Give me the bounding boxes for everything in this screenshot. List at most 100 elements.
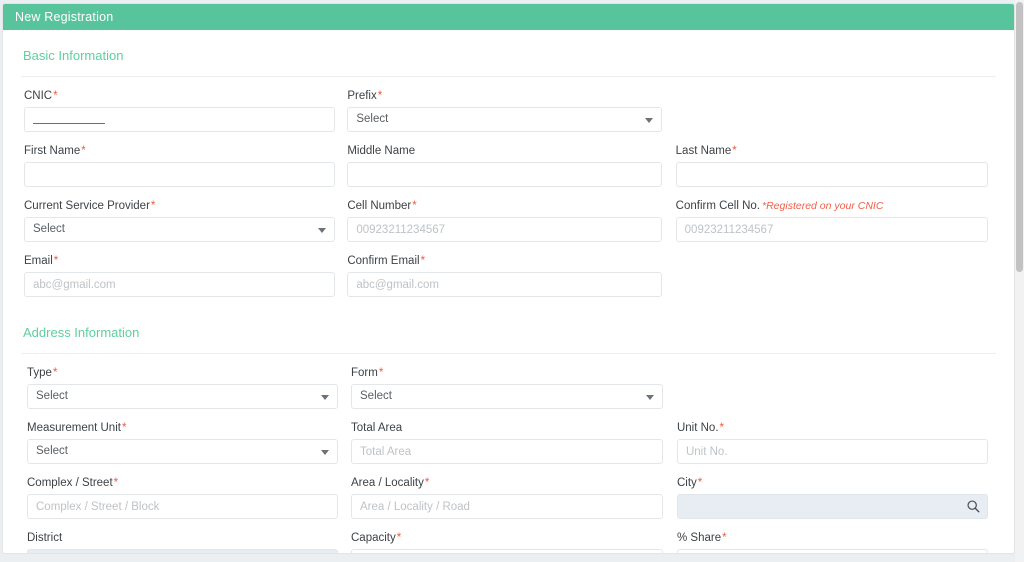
required-marker: * xyxy=(719,422,724,434)
field-complex-street: Complex / Street* xyxy=(19,477,348,519)
area-locality-input[interactable] xyxy=(351,494,663,519)
field-percent-share: % Share* xyxy=(673,532,998,554)
field-label-text: Type xyxy=(27,367,52,379)
field-label: Capacity* xyxy=(351,532,663,544)
control-wrap: Select xyxy=(24,217,335,242)
field-label-text: District xyxy=(27,532,62,544)
current-service-provider-select[interactable]: Select xyxy=(24,217,335,242)
field-label: Email* xyxy=(24,255,335,267)
field-label: Prefix* xyxy=(347,90,661,102)
field-label-text: Complex / Street xyxy=(27,477,113,489)
field-label-text: Form xyxy=(351,367,378,379)
field-measurement-unit: Measurement Unit* Select xyxy=(19,422,348,464)
field-label-text: Confirm Cell No. xyxy=(676,200,760,212)
field-label: Total Area xyxy=(351,422,663,434)
capacity-select[interactable]: Select xyxy=(351,549,663,554)
required-marker: * xyxy=(697,477,702,489)
field-cell-number: Cell Number* xyxy=(345,200,671,242)
page-title: New Registration xyxy=(15,10,113,24)
field-district: District xyxy=(19,532,348,554)
form-select[interactable]: Select xyxy=(351,384,663,409)
control-wrap xyxy=(677,494,988,519)
field-label-text: Email xyxy=(24,255,53,267)
field-label: Measurement Unit* xyxy=(27,422,338,434)
type-select[interactable]: Select xyxy=(27,384,338,409)
confirm-email-input[interactable] xyxy=(347,272,661,297)
middle-name-input[interactable] xyxy=(347,162,661,187)
form-row: CNIC* Prefix* Select xyxy=(19,77,998,132)
required-marker: * xyxy=(52,90,57,102)
form-row: Email* Confirm Email * xyxy=(19,242,998,297)
field-label-text: Current Service Provider xyxy=(24,200,150,212)
field-form: Form* Select xyxy=(348,367,673,409)
registration-card: New Registration Basic Information CNIC*… xyxy=(2,3,1015,554)
required-marker: * xyxy=(424,477,429,489)
field-label: Form* xyxy=(351,367,663,379)
form-row: First Name* Middle Name Last Name* xyxy=(19,132,998,187)
city-input[interactable] xyxy=(677,494,988,519)
control-wrap xyxy=(351,494,663,519)
field-label: Confirm Cell No.*Registered on your CNIC xyxy=(676,200,988,212)
email-input[interactable] xyxy=(24,272,335,297)
control-wrap xyxy=(676,162,988,187)
form-row: District Capacity* Select % Share* xyxy=(19,519,998,554)
field-label-text: Confirm Email xyxy=(347,255,419,267)
control-wrap xyxy=(347,272,661,297)
unit-no-input[interactable] xyxy=(677,439,988,464)
field-label: CNIC* xyxy=(24,90,335,102)
vertical-scrollbar-thumb[interactable] xyxy=(1016,2,1023,272)
field-last-name: Last Name* xyxy=(672,145,998,187)
field-label-text: Capacity xyxy=(351,532,396,544)
required-marker: * xyxy=(113,477,118,489)
card-body: Basic Information CNIC* Prefix* Select xyxy=(3,30,1014,554)
cell-number-input[interactable] xyxy=(347,217,661,242)
required-marker: * xyxy=(53,255,58,267)
field-label: Last Name* xyxy=(676,145,988,157)
confirm-cell-number-input[interactable] xyxy=(676,217,988,242)
complex-street-input[interactable] xyxy=(27,494,338,519)
section-title-address-information: Address Information xyxy=(19,297,998,353)
prefix-select[interactable]: Select xyxy=(347,107,661,132)
form-row: Complex / Street* Area / Locality* City* xyxy=(19,464,998,519)
field-cnic: CNIC* xyxy=(19,90,345,132)
form-row: Type* Select Form* Select xyxy=(19,354,998,409)
required-marker: * xyxy=(52,367,57,379)
control-wrap xyxy=(24,272,335,297)
field-label-text: CNIC xyxy=(24,90,52,102)
first-name-input[interactable] xyxy=(24,162,335,187)
control-wrap xyxy=(351,439,663,464)
section-title-basic-information: Basic Information xyxy=(19,30,998,76)
control-wrap xyxy=(24,107,335,132)
control-wrap: Select xyxy=(351,384,663,409)
field-middle-name: Middle Name xyxy=(345,145,671,187)
field-label-text: % Share xyxy=(677,532,721,544)
required-marker: * xyxy=(731,145,736,157)
control-wrap xyxy=(27,494,338,519)
required-marker: * xyxy=(721,532,726,544)
required-marker: * xyxy=(378,367,383,379)
last-name-input[interactable] xyxy=(676,162,988,187)
field-prefix: Prefix* Select xyxy=(345,90,671,132)
required-marker: * xyxy=(411,200,416,212)
required-marker: * xyxy=(396,532,401,544)
field-area-locality: Area / Locality* xyxy=(348,477,673,519)
control-wrap xyxy=(677,549,988,554)
measurement-unit-select[interactable]: Select xyxy=(27,439,338,464)
vertical-scrollbar[interactable] xyxy=(1015,0,1024,562)
field-spacer xyxy=(673,367,998,409)
field-label: Type* xyxy=(27,367,338,379)
percent-share-input[interactable] xyxy=(677,549,988,554)
field-label-text: Area / Locality xyxy=(351,477,424,489)
total-area-input[interactable] xyxy=(351,439,663,464)
cnic-input[interactable] xyxy=(24,107,335,132)
control-wrap xyxy=(24,162,335,187)
field-total-area: Total Area xyxy=(348,422,673,464)
field-email: Email* xyxy=(19,255,345,297)
control-wrap: Select xyxy=(27,439,338,464)
field-spacer xyxy=(672,90,998,132)
field-label: Complex / Street* xyxy=(27,477,338,489)
field-label: Unit No.* xyxy=(677,422,988,434)
page-root: New Registration Basic Information CNIC*… xyxy=(0,0,1024,562)
control-wrap xyxy=(347,217,661,242)
field-capacity: Capacity* Select xyxy=(348,532,673,554)
